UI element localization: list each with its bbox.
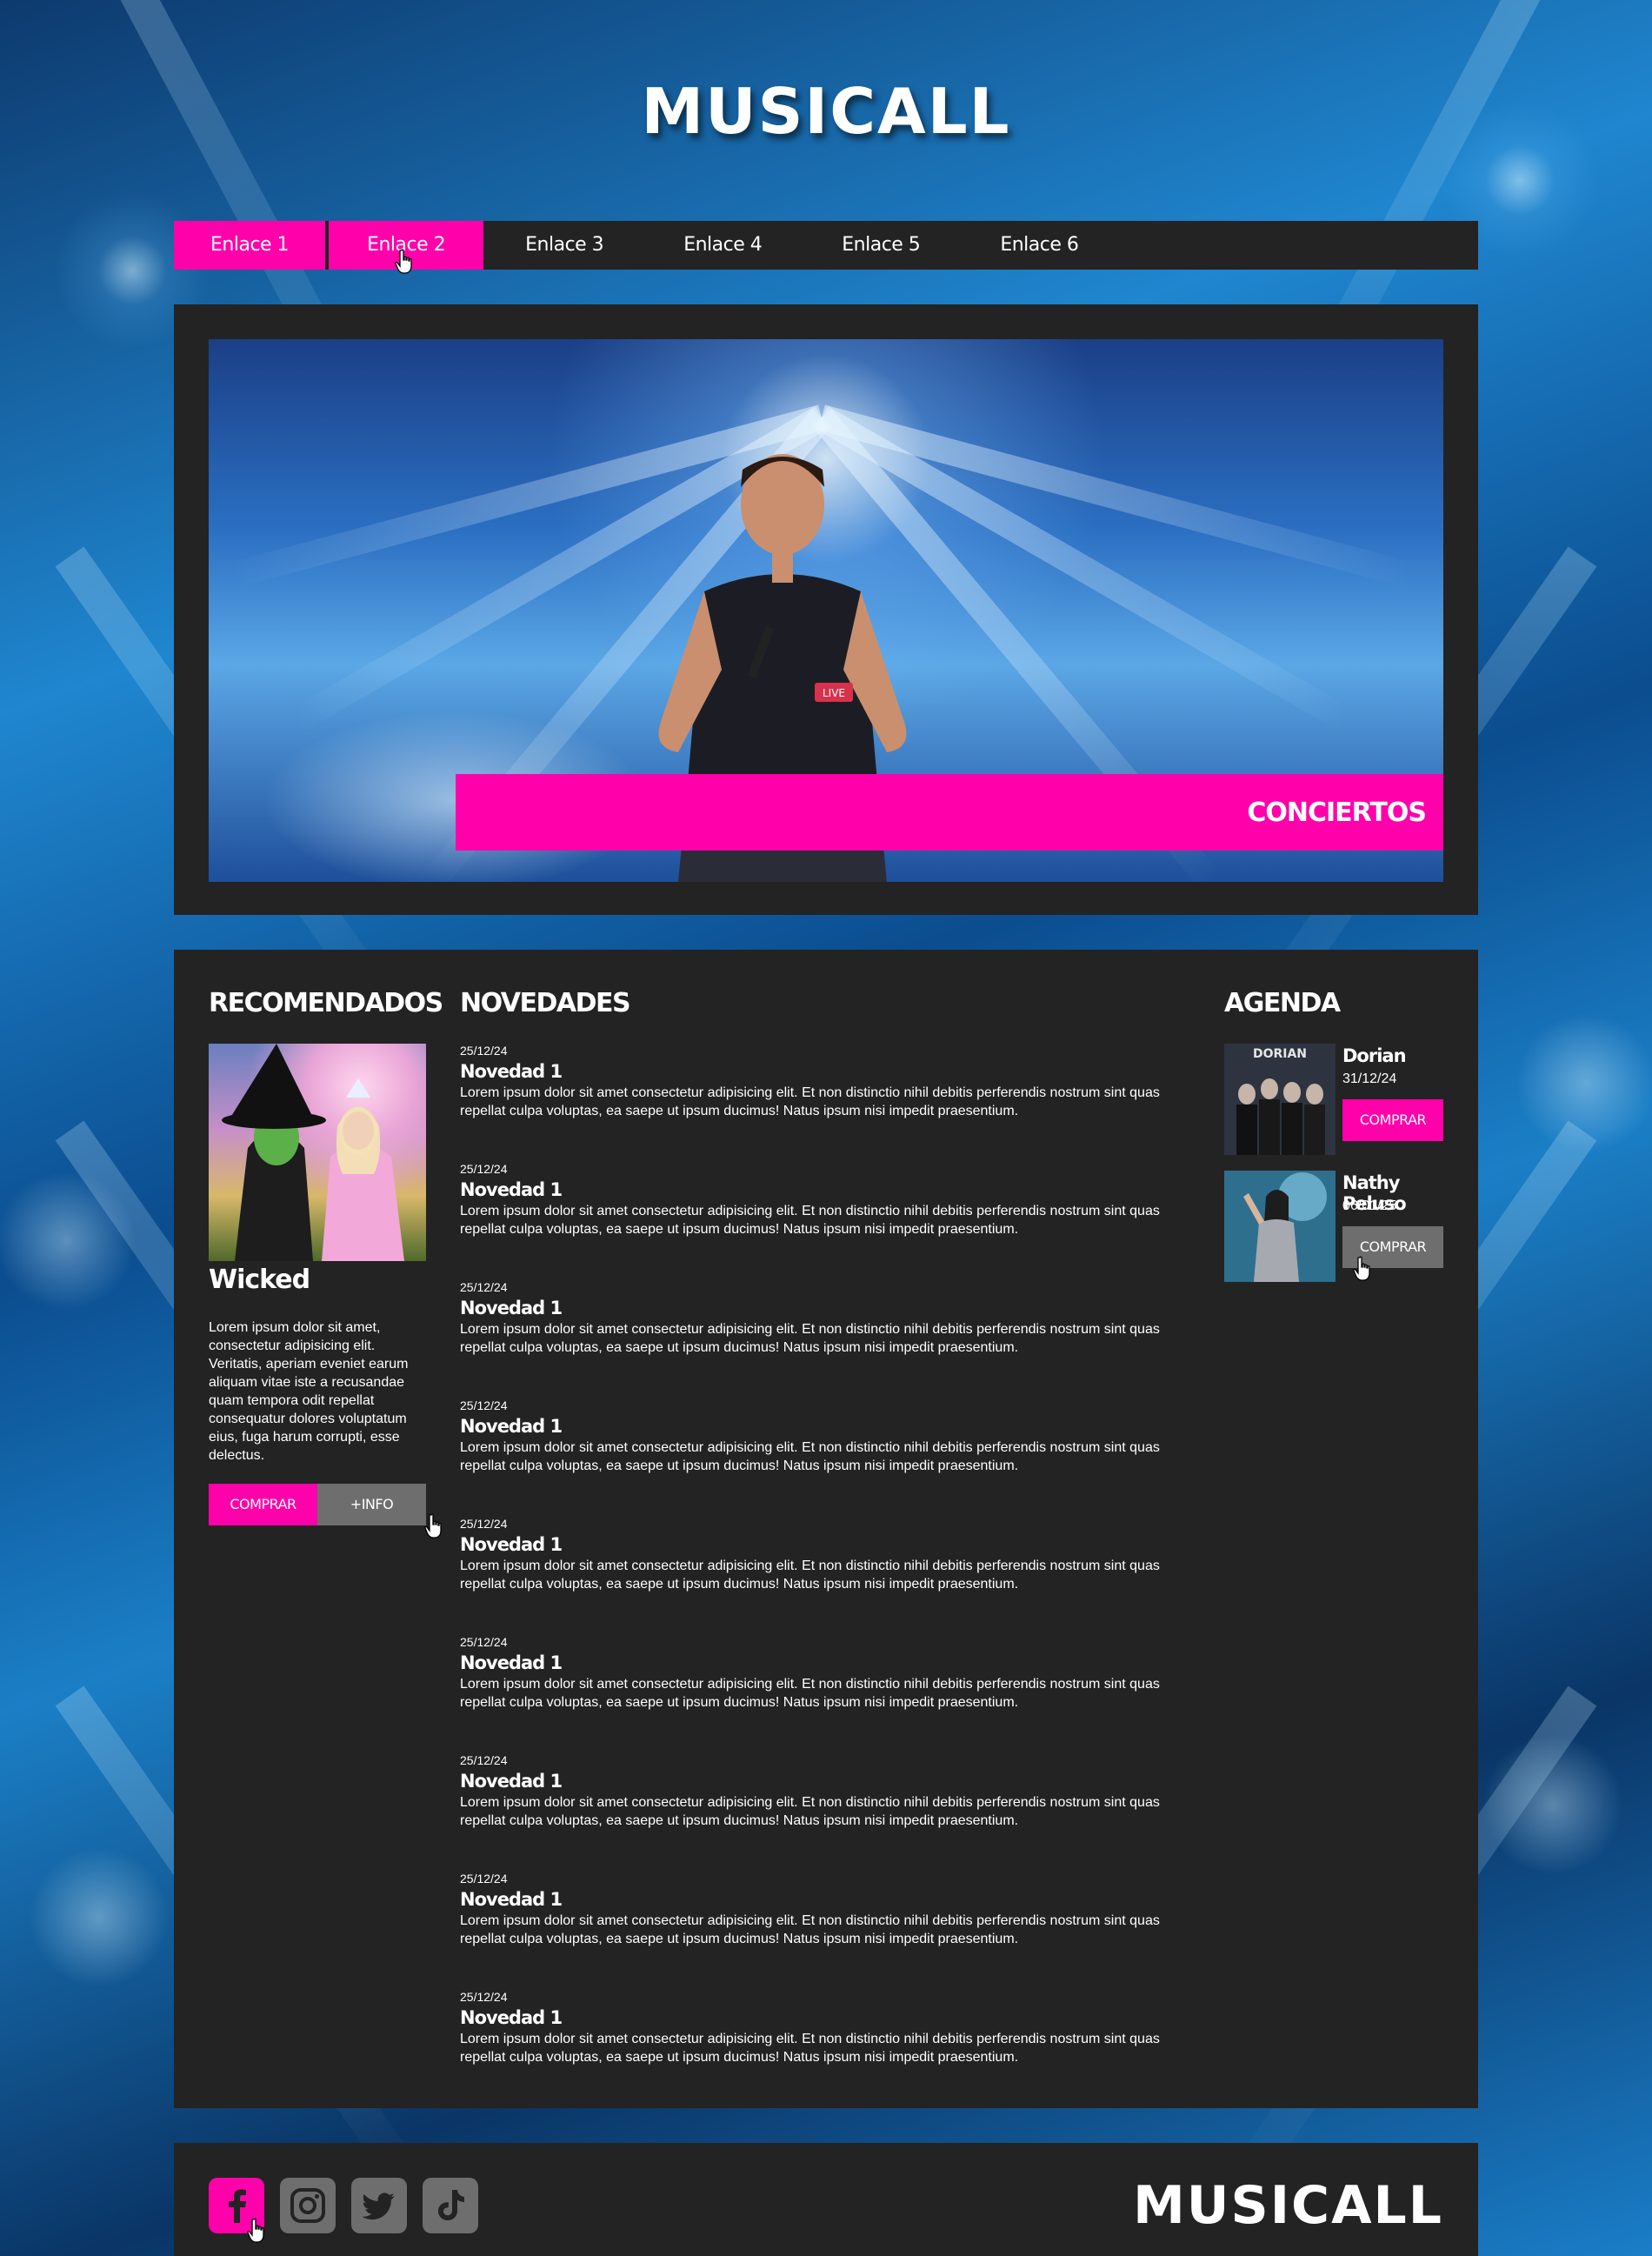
news-date: 25/12/24 [460, 1990, 508, 2004]
news-date: 25/12/24 [460, 1517, 508, 1531]
news-date: 25/12/24 [460, 1872, 508, 1886]
news-item[interactable]: 25/12/24 Novedad 1 Lorem ipsum dolor sit… [460, 1398, 1199, 1475]
footer-logo[interactable]: MUSICALL [1133, 2171, 1443, 2240]
news-date: 25/12/24 [460, 1753, 508, 1767]
news-title[interactable]: Novedad 1 [460, 1296, 1199, 1320]
news-body: Lorem ipsum dolor sit amet consectetur a… [460, 1085, 1160, 1118]
news-body: Lorem ipsum dolor sit amet consectetur a… [460, 2032, 1160, 2065]
news-body: Lorem ipsum dolor sit amet consectetur a… [460, 1204, 1160, 1237]
tiktok-link[interactable] [423, 2178, 478, 2233]
nav-link-6[interactable]: Enlace 6 [962, 221, 1116, 270]
hand-cursor-icon [424, 1513, 442, 1538]
nav-link-2[interactable]: Enlace 2 [329, 221, 484, 270]
live-sign: LIVE [815, 683, 853, 702]
news-item[interactable]: 25/12/24 Novedad 1 Lorem ipsum dolor sit… [460, 1162, 1199, 1238]
news-title[interactable]: Novedad 1 [460, 2006, 1199, 2030]
news-body: Lorem ipsum dolor sit amet consectetur a… [460, 1913, 1160, 1946]
news-date: 25/12/24 [460, 1398, 508, 1412]
wicked-poster-image[interactable] [209, 1044, 426, 1261]
instagram-link[interactable] [280, 2178, 336, 2233]
nav-link-3[interactable]: Enlace 3 [487, 221, 642, 270]
hero-concert-image[interactable]: LIVE CONCIERTOS [209, 339, 1443, 882]
news-item[interactable]: 25/12/24 Novedad 1 Lorem ipsum dolor sit… [460, 1872, 1199, 1948]
novedades-title: NOVEDADES [460, 988, 631, 1018]
recommended-item-actions: COMPRAR +INFO [209, 1484, 426, 1525]
agenda-item: Nathy Peluso 06/01/25 COMPRAR [1224, 1171, 1443, 1282]
news-item[interactable]: 25/12/24 Novedad 1 Lorem ipsum dolor sit… [460, 1280, 1199, 1357]
news-date: 25/12/24 [460, 1635, 508, 1649]
news-date: 25/12/24 [460, 1280, 508, 1294]
news-body: Lorem ipsum dolor sit amet consectetur a… [460, 1322, 1160, 1355]
news-body: Lorem ipsum dolor sit amet consectetur a… [460, 1677, 1160, 1710]
news-body: Lorem ipsum dolor sit amet consectetur a… [460, 1440, 1160, 1473]
recommended-item-description: Lorem ipsum dolor sit amet, consectetur … [209, 1320, 409, 1463]
news-title[interactable]: Novedad 1 [460, 1651, 1199, 1675]
agenda-title: AGENDA [1224, 988, 1341, 1018]
hero-banner[interactable]: CONCIERTOS [456, 774, 1443, 851]
nav-link-5[interactable]: Enlace 5 [803, 221, 958, 270]
site-logo[interactable]: MUSICALL [0, 77, 1652, 146]
recomendados-title: RECOMENDADOS [209, 988, 443, 1018]
news-body: Lorem ipsum dolor sit amet consectetur a… [460, 1795, 1160, 1828]
agenda-buy-button[interactable]: COMPRAR [1342, 1099, 1443, 1141]
facebook-icon [229, 2189, 246, 2223]
buy-button[interactable]: COMPRAR [209, 1484, 317, 1525]
instagram-icon [290, 2188, 325, 2223]
agenda-item-name: Dorian [1342, 1045, 1407, 1066]
hero-banner-label: CONCIERTOS [1247, 797, 1427, 828]
news-item[interactable]: 25/12/24 Novedad 1 Lorem ipsum dolor sit… [460, 1753, 1199, 1830]
news-title[interactable]: Novedad 1 [460, 1887, 1199, 1912]
twitter-link[interactable] [351, 2178, 407, 2233]
news-item[interactable]: 25/12/24 Novedad 1 Lorem ipsum dolor sit… [460, 1044, 1199, 1120]
agenda-item-date: 06/01/25 [1342, 1198, 1397, 1213]
more-info-button[interactable]: +INFO [317, 1484, 426, 1525]
news-title[interactable]: Novedad 1 [460, 1414, 1199, 1438]
news-body: Lorem ipsum dolor sit amet consectetur a… [460, 1559, 1160, 1592]
svg-text:LIVE: LIVE [823, 687, 845, 699]
agenda-item-date: 31/12/24 [1342, 1071, 1397, 1086]
news-title[interactable]: Novedad 1 [460, 1769, 1199, 1793]
agenda-item: DORIAN Dorian 31/12/24 COMPRAR [1224, 1044, 1443, 1155]
nav-link-1[interactable]: Enlace 1 [174, 221, 326, 270]
twitter-icon [362, 2193, 395, 2219]
news-title[interactable]: Novedad 1 [460, 1178, 1199, 1202]
dorian-thumbnail-image[interactable]: DORIAN [1224, 1044, 1336, 1155]
news-item[interactable]: 25/12/24 Novedad 1 Lorem ipsum dolor sit… [460, 1990, 1199, 2066]
news-title[interactable]: Novedad 1 [460, 1059, 1199, 1084]
news-date: 25/12/24 [460, 1162, 508, 1176]
nav-link-4[interactable]: Enlace 4 [645, 221, 800, 270]
facebook-link[interactable] [209, 2178, 264, 2233]
svg-text:DORIAN: DORIAN [1253, 1047, 1307, 1061]
recommended-item-title: Wicked [209, 1265, 310, 1295]
hero-section: LIVE CONCIERTOS [174, 304, 1478, 915]
site-footer: MUSICALL [174, 2143, 1478, 2256]
news-item[interactable]: 25/12/24 Novedad 1 Lorem ipsum dolor sit… [460, 1635, 1199, 1712]
news-item[interactable]: 25/12/24 Novedad 1 Lorem ipsum dolor sit… [460, 1517, 1199, 1593]
news-title[interactable]: Novedad 1 [460, 1532, 1199, 1557]
agenda-buy-button[interactable]: COMPRAR [1342, 1226, 1443, 1268]
news-date: 25/12/24 [460, 1044, 508, 1058]
content-section: RECOMENDADOS Wicked Lorem ipsum dolor si… [174, 950, 1478, 2108]
nathy-peluso-thumbnail-image[interactable] [1224, 1171, 1336, 1282]
main-nav: Enlace 1 Enlace 2 Enlace 3 Enlace 4 Enla… [174, 221, 1478, 270]
tiktok-icon [438, 2190, 464, 2220]
